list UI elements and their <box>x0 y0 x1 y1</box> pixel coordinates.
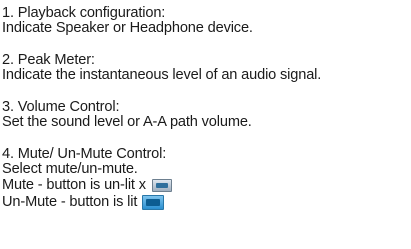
section-heading: 1. Playback configuration: <box>2 5 166 21</box>
mute-explanation-line: Mute - button is un-lit x <box>2 177 409 194</box>
section-description: Indicate the instantaneous level of an a… <box>2 67 322 83</box>
section-description: Set the sound level or A-A path volume. <box>2 114 252 130</box>
unmute-button-lit-icon <box>142 195 165 210</box>
unmute-explanation-line: Un-Mute - button is lit <box>2 194 409 211</box>
section-mute-control: 4. Mute/ Un-Mute Control: Select mute/un… <box>2 147 409 211</box>
unmute-explanation-text: Un-Mute - button is lit <box>2 194 138 210</box>
section-peak-meter: 2. Peak Meter: Indicate the instantaneou… <box>2 53 409 83</box>
section-heading: 4. Mute/ Un-Mute Control: <box>2 146 167 162</box>
section-description: Select mute/un-mute. <box>2 161 138 177</box>
section-volume-control: 3. Volume Control: Set the sound level o… <box>2 100 409 130</box>
help-document: 1. Playback configuration: Indicate Spea… <box>2 6 409 228</box>
mute-button-unlit-icon <box>151 179 172 192</box>
section-heading: 3. Volume Control: <box>2 99 120 115</box>
section-description: Indicate Speaker or Headphone device. <box>2 20 253 36</box>
section-heading: 2. Peak Meter: <box>2 52 95 68</box>
section-playback-configuration: 1. Playback configuration: Indicate Spea… <box>2 6 409 36</box>
mute-explanation-text: Mute - button is un-lit x <box>2 177 146 193</box>
